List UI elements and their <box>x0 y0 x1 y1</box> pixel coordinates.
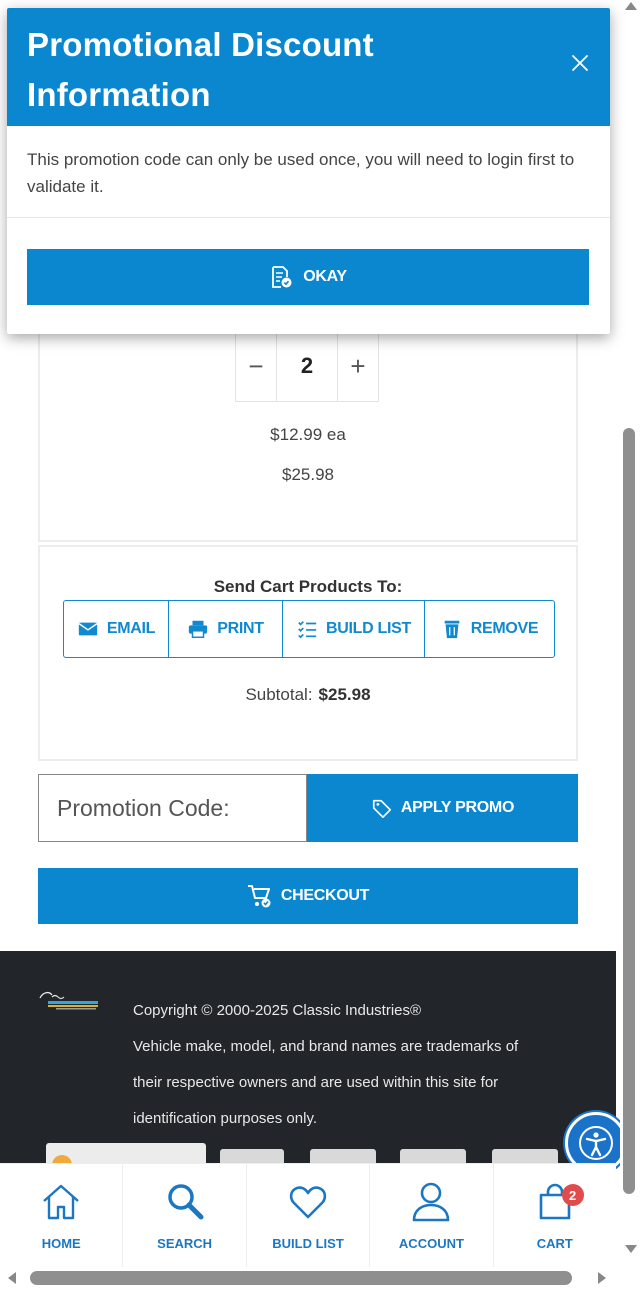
nav-account[interactable]: ACCOUNT <box>370 1164 494 1267</box>
quantity-value[interactable]: 2 <box>276 331 338 401</box>
user-icon <box>413 1182 450 1222</box>
tag-icon <box>372 799 391 818</box>
subtotal: Subtotal: $25.98 <box>40 685 576 705</box>
remove-button[interactable]: REMOVE <box>425 601 554 657</box>
footer-text: Copyright © 2000-2025 Classic Industries… <box>133 993 533 1137</box>
promo-info-modal: Promotional Discount Information This pr… <box>7 8 610 334</box>
send-cart-card: Send Cart Products To: EMAIL PRINT BUILD… <box>38 545 578 761</box>
heart-icon <box>289 1186 327 1219</box>
cart-item-card: − 2 + $12.99 ea $25.98 <box>38 310 578 542</box>
horizontal-scrollbar[interactable] <box>0 1267 640 1291</box>
modal-header: Promotional Discount Information <box>7 8 610 126</box>
trash-icon <box>444 620 460 639</box>
checklist-icon <box>298 621 317 639</box>
printer-icon <box>189 620 208 638</box>
subtotal-label: Subtotal: <box>245 685 313 704</box>
close-icon[interactable] <box>569 52 591 74</box>
build-list-label: BUILD LIST <box>326 620 411 637</box>
envelope-icon <box>78 622 98 636</box>
okay-button[interactable]: OKAY <box>27 249 589 305</box>
email-button[interactable]: EMAIL <box>64 601 169 657</box>
home-icon <box>43 1184 79 1220</box>
checkout-button[interactable]: CHECKOUT <box>38 868 578 924</box>
promo-code-input[interactable] <box>38 774 307 842</box>
nav-home[interactable]: HOME <box>0 1164 124 1267</box>
disclaimer-text: Vehicle make, model, and brand names are… <box>133 1038 519 1127</box>
nav-build-list[interactable]: BUILD LIST <box>247 1164 371 1267</box>
copyright-text: Copyright © 2000-2025 Classic Industries… <box>133 1002 422 1019</box>
email-label: EMAIL <box>106 620 156 637</box>
scroll-left-arrow-icon[interactable] <box>8 1272 16 1284</box>
send-cart-actions: EMAIL PRINT BUILD LIST REMOVE <box>63 600 555 658</box>
classic-industries-logo[interactable] <box>38 989 102 1011</box>
line-total: $25.98 <box>282 465 334 484</box>
promo-row: APPLY PROMO <box>38 774 578 842</box>
nav-search-label: SEARCH <box>157 1236 213 1251</box>
send-cart-title: Send Cart Products To: <box>213 577 403 596</box>
nav-search[interactable]: SEARCH <box>123 1164 247 1267</box>
modal-message: This promotion code can only be used onc… <box>27 150 575 196</box>
apply-promo-label: APPLY PROMO <box>400 799 515 816</box>
apply-promo-button[interactable]: APPLY PROMO <box>307 774 578 842</box>
vertical-scroll-thumb[interactable] <box>623 428 635 1194</box>
modal-title: Promotional Discount Information <box>27 26 374 113</box>
increment-button[interactable]: + <box>338 331 378 401</box>
nav-account-label: ACCOUNT <box>398 1236 464 1251</box>
print-button[interactable]: PRINT <box>169 601 283 657</box>
scroll-right-arrow-icon[interactable] <box>598 1272 606 1284</box>
nav-home-label: HOME <box>41 1236 81 1251</box>
search-icon <box>167 1184 204 1220</box>
checkout-label: CHECKOUT <box>280 887 370 904</box>
document-check-icon <box>272 266 292 288</box>
horizontal-scroll-thumb[interactable] <box>30 1271 572 1285</box>
accessibility-icon <box>579 1126 613 1160</box>
nav-cart[interactable]: 2 CART <box>494 1164 616 1267</box>
vertical-scrollbar[interactable] <box>620 0 640 1267</box>
decrement-button[interactable]: − <box>236 331 276 401</box>
nav-cart-label: CART <box>536 1236 573 1251</box>
unit-price: $12.99 ea <box>270 425 346 444</box>
subtotal-value: $25.98 <box>318 685 371 704</box>
build-list-button[interactable]: BUILD LIST <box>283 601 425 657</box>
scroll-up-arrow-icon[interactable] <box>625 2 637 10</box>
quantity-stepper: − 2 + <box>235 330 379 402</box>
remove-label: REMOVE <box>470 620 539 637</box>
modal-divider <box>7 217 610 218</box>
nav-build-list-label: BUILD LIST <box>272 1236 344 1251</box>
scroll-down-arrow-icon[interactable] <box>625 1245 637 1253</box>
print-label: PRINT <box>217 620 264 637</box>
okay-label: OKAY <box>303 268 347 285</box>
bottom-nav: HOME SEARCH BUILD LIST ACCOUNT 2 CART <box>0 1163 616 1267</box>
cart-check-icon <box>247 885 271 908</box>
cart-count-badge: 2 <box>561 1184 584 1206</box>
